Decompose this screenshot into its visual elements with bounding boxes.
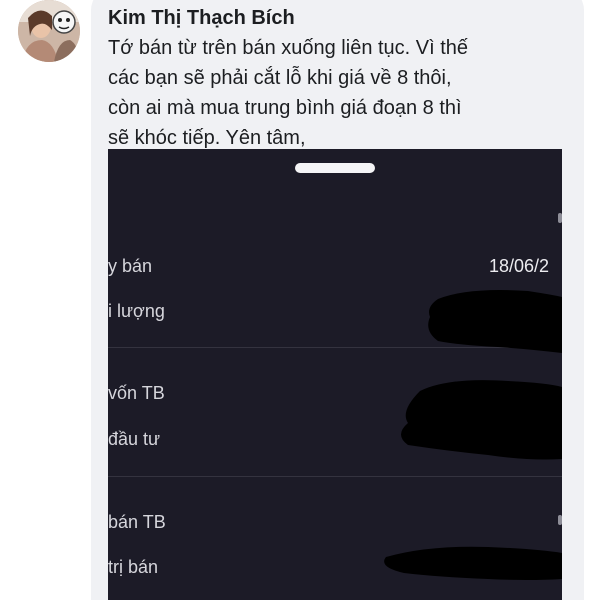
redaction-scribble-quantity (428, 290, 562, 353)
redaction-scribble-sell-value (384, 546, 562, 580)
comment-text-line: các bạn sẽ phải cắt lỗ khi giá về 8 thôi… (108, 67, 452, 89)
attached-screenshot[interactable]: y bán 18/06/2 i lượng vốn TB đầu tư bán … (108, 149, 562, 600)
comment-text: Tớ bán từ trên bán xuống liên tục. Vì th… (108, 33, 578, 153)
comment-text-line: Tớ bán từ trên bán xuống liên tục. Vì th… (108, 37, 469, 59)
avatar-photo-icon (18, 0, 80, 62)
redaction-scribbles (384, 290, 562, 580)
comment-text-line: còn ai mà mua trung bình giá đoạn 8 thì (108, 97, 462, 119)
author-name[interactable]: Kim Thị Thạch Bích (108, 6, 295, 30)
avatar[interactable] (18, 0, 80, 62)
comment-view: Kim Thị Thạch Bích Tớ bán từ trên bán xu… (0, 0, 600, 600)
redaction-scribble-avg-cost (401, 380, 562, 460)
